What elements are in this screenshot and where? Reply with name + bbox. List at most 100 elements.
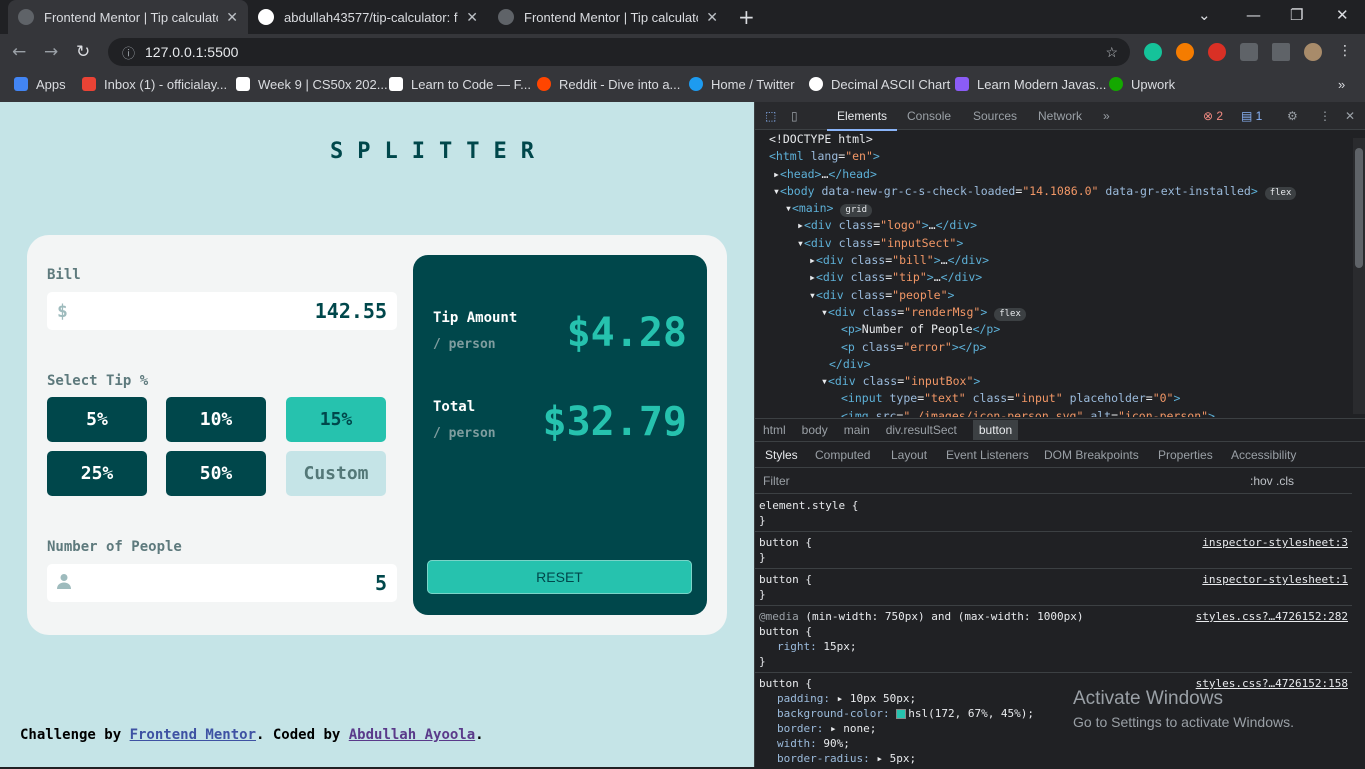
message-count-value: 1 [1255, 109, 1263, 123]
crumb-html[interactable]: html [763, 423, 786, 437]
back-icon[interactable]: ← [12, 42, 26, 62]
github-icon [258, 9, 274, 25]
tip-50-button[interactable]: 50% [166, 451, 266, 496]
tab-console[interactable]: Console [907, 109, 951, 123]
dom-line: ▸<head>…</head> [773, 166, 877, 181]
side-panel-icon[interactable] [1272, 43, 1290, 61]
dom-line: <!DOCTYPE html> [769, 132, 873, 146]
device-toggle-icon[interactable]: ▯ [791, 109, 798, 123]
dom-line: ▸<div class="tip">…</div> [809, 270, 983, 285]
author-link[interactable]: Abdullah Ayoola [349, 727, 475, 743]
menu-icon[interactable]: ⋮ [1336, 43, 1354, 61]
tab-sources[interactable]: Sources [973, 109, 1017, 123]
grammarly-icon[interactable] [1144, 43, 1162, 61]
tab-elements[interactable]: Elements [826, 109, 898, 131]
bookmark-star-icon[interactable]: ☆ [1105, 44, 1118, 61]
more-bookmarks-icon[interactable]: » [1338, 70, 1345, 98]
close-tab-icon[interactable]: ✕ [466, 9, 478, 26]
rule-inspector-1: inspector-stylesheet:1 button {} [755, 569, 1352, 606]
people-label: Number of People [47, 539, 182, 555]
globe-icon [809, 77, 823, 91]
tab-3[interactable]: Frontend Mentor | Tip calculator ✕ [488, 0, 728, 34]
inspect-icon[interactable]: ⬚ [765, 109, 776, 123]
styles-tabs: Styles Computed Layout Event Listeners D… [755, 442, 1365, 468]
address-bar[interactable]: ⓘ 127.0.0.1:5500 ☆ [108, 38, 1130, 66]
bookmark-reddit[interactable]: Reddit - Dive into a... [537, 70, 680, 98]
tab-2[interactable]: abdullah43577/tip-calculator: fro ✕ [248, 0, 488, 34]
tip-15-button[interactable]: 15% [286, 397, 386, 442]
cs50-icon [236, 77, 250, 91]
splitter-logo: SPLITTER [330, 139, 548, 164]
rss-icon[interactable] [1176, 43, 1194, 61]
reset-button[interactable]: RESET [427, 560, 692, 594]
crumb-resultsect[interactable]: div.resultSect [886, 423, 957, 437]
tab-1[interactable]: Frontend Mentor | Tip calculator ✕ [8, 0, 248, 34]
close-devtools-icon[interactable]: ✕ [1345, 109, 1355, 123]
tab-dom-breakpoints[interactable]: DOM Breakpoints [1044, 448, 1139, 462]
message-count[interactable]: ▤ 1 [1241, 109, 1262, 123]
bookmark-label: Week 9 | CS50x 202... [258, 76, 388, 92]
bookmark-twitter[interactable]: Home / Twitter [689, 70, 795, 98]
custom-tip-input[interactable]: Custom [286, 451, 386, 496]
extensions-icon[interactable] [1240, 43, 1258, 61]
frontend-mentor-link[interactable]: Frontend Mentor [130, 727, 256, 743]
people-value: 5 [374, 571, 387, 595]
bookmark-label: Apps [36, 76, 66, 92]
dom-scrollbar[interactable] [1353, 138, 1365, 414]
tab-computed[interactable]: Computed [815, 448, 870, 462]
close-tab-icon[interactable]: ✕ [226, 9, 238, 26]
bookmark-js[interactable]: Learn Modern Javas... [955, 70, 1106, 98]
styles-filter-input[interactable]: Filter :hov .cls [755, 470, 1352, 494]
avatar[interactable] [1304, 43, 1322, 61]
settings-gear-icon[interactable]: ⚙ [1287, 109, 1298, 123]
crumb-body[interactable]: body [802, 423, 828, 437]
forward-icon[interactable]: → [44, 42, 58, 62]
tab-properties[interactable]: Properties [1158, 448, 1213, 462]
devtools-panel: ⬚ ▯ Elements Console Sources Network » ⊗… [754, 102, 1365, 767]
rule-media: styles.css?…4726152:282 @media (min-width… [755, 606, 1352, 673]
dom-line: ▾<div class="inputSect"> [797, 235, 964, 250]
crumb-button[interactable]: button [972, 420, 1019, 440]
new-tab-icon[interactable]: + [738, 5, 755, 29]
tab-layout[interactable]: Layout [891, 448, 927, 462]
error-count[interactable]: ⊗ 2 [1203, 109, 1223, 123]
minimize-icon[interactable]: — [1246, 6, 1261, 24]
bookmark-ascii[interactable]: Decimal ASCII Chart [809, 70, 950, 98]
url-text: 127.0.0.1:5500 [145, 44, 239, 60]
error-count-value: 2 [1216, 109, 1224, 123]
filter-placeholder: Filter [763, 474, 790, 488]
bookmark-apps[interactable]: Apps [14, 70, 66, 98]
tab-accessibility[interactable]: Accessibility [1231, 448, 1296, 462]
close-window-icon[interactable]: ✕ [1336, 6, 1349, 24]
tip-10-button[interactable]: 10% [166, 397, 266, 442]
bookmark-upwork[interactable]: Upwork [1109, 70, 1175, 98]
adblock-icon[interactable] [1208, 43, 1226, 61]
tip-25-button[interactable]: 25% [47, 451, 147, 496]
bookmark-gmail[interactable]: Inbox (1) - officialay... [82, 70, 227, 98]
crumb-main[interactable]: main [844, 423, 870, 437]
bill-input[interactable]: $ 142.55 [47, 292, 397, 330]
dom-line: ▾<main> grid [755, 200, 1352, 218]
dollar-icon: $ [57, 300, 68, 322]
restore-icon[interactable]: ❐ [1290, 6, 1303, 24]
tip-5-button[interactable]: 5% [47, 397, 147, 442]
close-tab-icon[interactable]: ✕ [706, 9, 718, 26]
bookmark-label: Decimal ASCII Chart [831, 76, 951, 92]
color-swatch[interactable] [896, 709, 907, 719]
tab-event-listeners[interactable]: Event Listeners [946, 448, 1029, 462]
reload-icon[interactable]: ↻ [76, 42, 90, 62]
devtools-menu-icon[interactable]: ⋮ [1319, 109, 1331, 123]
tab-network[interactable]: Network [1038, 109, 1082, 123]
dom-line: <p class="error"></p> [841, 339, 987, 354]
hov-cls-toggle[interactable]: :hov .cls [1250, 474, 1294, 488]
twitter-icon [689, 77, 703, 91]
more-tabs-icon[interactable]: » [1103, 109, 1110, 123]
dom-tree[interactable]: <!DOCTYPE html> <html lang="en"> ▸<head>… [755, 131, 1352, 417]
bookmark-fcc[interactable]: Learn to Code — F... [389, 70, 531, 98]
tab-search-icon[interactable]: ⌄ [1198, 6, 1211, 24]
tab-styles[interactable]: Styles [765, 448, 798, 462]
people-input[interactable]: 5 [47, 564, 397, 602]
bookmark-cs50[interactable]: Week 9 | CS50x 202... [236, 70, 388, 98]
bill-label: Bill [47, 267, 81, 283]
site-info-icon[interactable]: ⓘ [122, 43, 135, 62]
